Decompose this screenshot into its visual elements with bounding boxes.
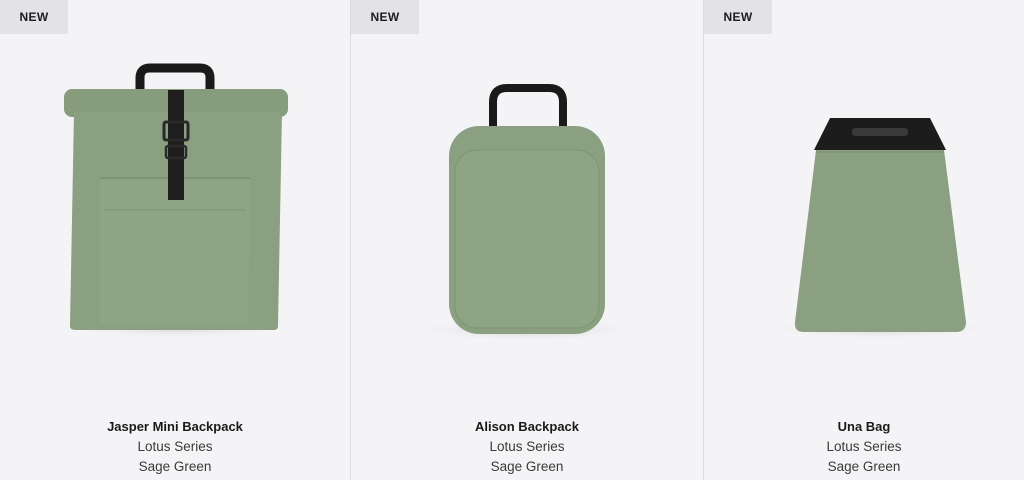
product-series: Lotus Series	[489, 439, 565, 454]
jasper-mini-backpack-image	[58, 63, 298, 340]
product-info: Una Bag Lotus Series Sage Green	[704, 417, 1024, 477]
product-image-una[interactable]	[704, 0, 1024, 400]
product-card-alison[interactable]: NEW Alison Backpack Lotus Series Sage Gr…	[351, 0, 704, 480]
product-name[interactable]: Una Bag	[704, 417, 1024, 437]
product-info: Jasper Mini Backpack Lotus Series Sage G…	[0, 417, 350, 477]
new-badge: NEW	[0, 0, 68, 34]
product-color: Sage Green	[490, 459, 564, 474]
una-bag-image	[758, 118, 1002, 340]
product-card-jasper-mini[interactable]: NEW Jasper Mini Backpack Lotus Series Sa…	[0, 0, 351, 480]
product-grid: NEW Jasper Mini Backpack Lotus Series Sa…	[0, 0, 1024, 480]
product-image-alison[interactable]	[351, 0, 703, 400]
product-color: Sage Green	[138, 459, 212, 474]
new-badge: NEW	[351, 0, 419, 34]
product-image-jasper-mini[interactable]	[0, 0, 350, 400]
product-name[interactable]: Alison Backpack	[351, 417, 703, 437]
new-badge: NEW	[704, 0, 772, 34]
alison-backpack-image	[408, 84, 644, 342]
product-color: Sage Green	[827, 459, 901, 474]
product-card-una[interactable]: NEW Una Bag Lotus Series Sage Green	[704, 0, 1024, 480]
product-name[interactable]: Jasper Mini Backpack	[0, 417, 350, 437]
product-series: Lotus Series	[826, 439, 902, 454]
product-series: Lotus Series	[137, 439, 213, 454]
product-info: Alison Backpack Lotus Series Sage Green	[351, 417, 703, 477]
